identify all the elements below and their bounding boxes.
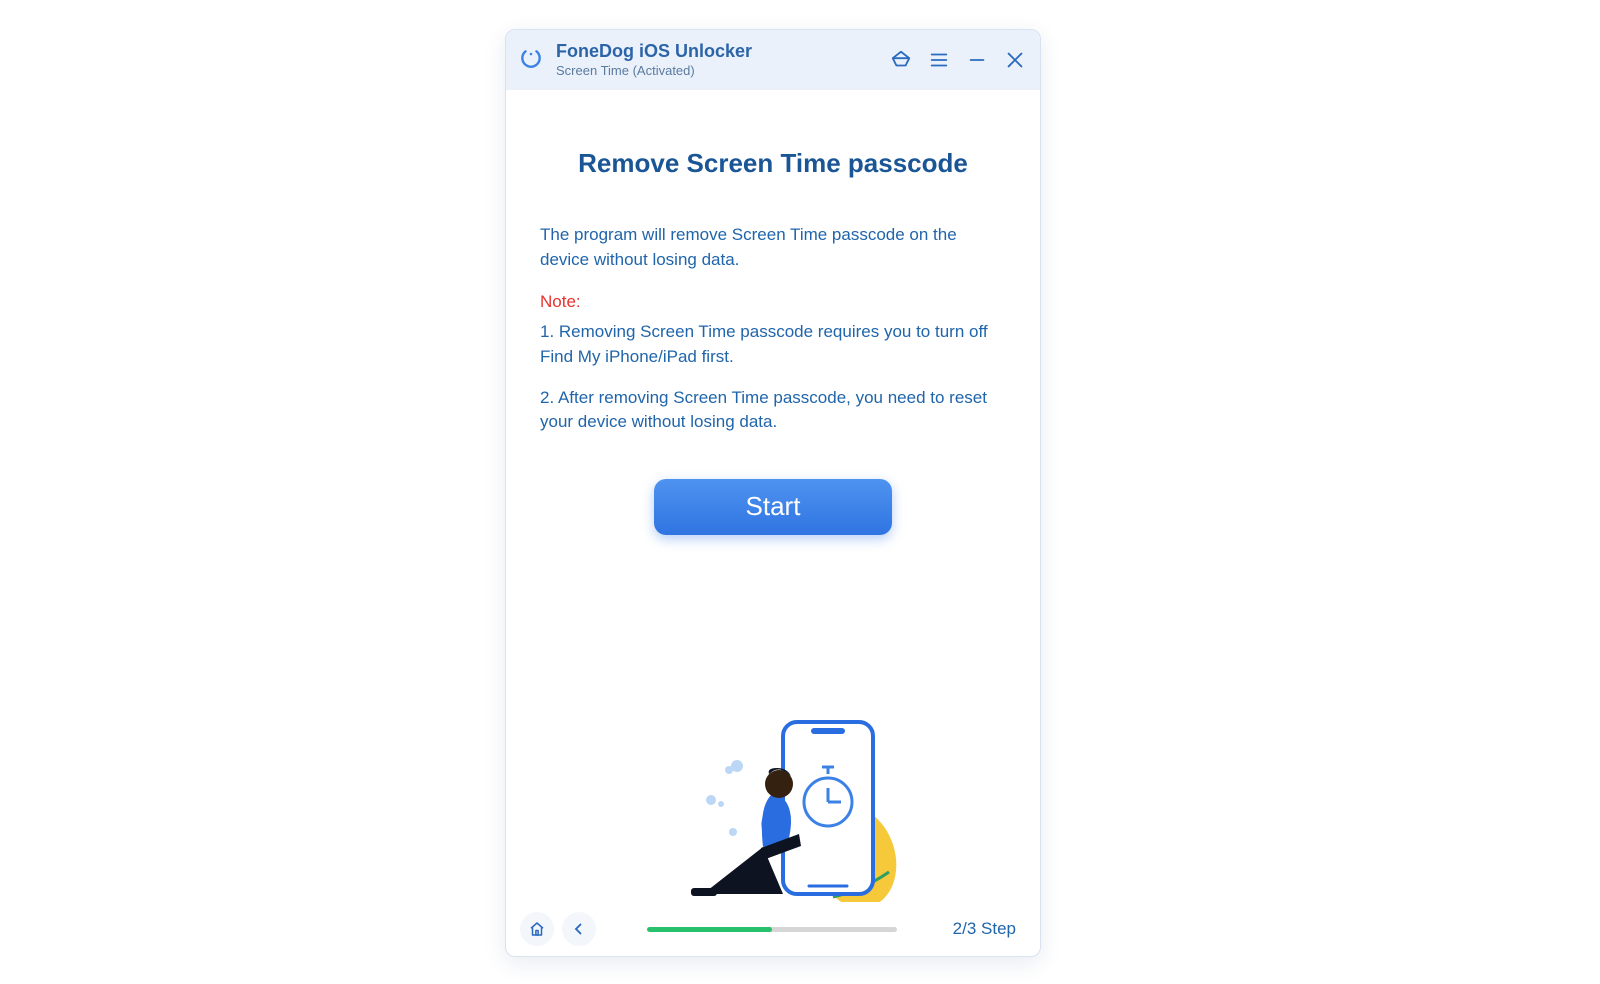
- footer: 2/3 Step: [506, 902, 1040, 956]
- app-subtitle: Screen Time (Activated): [556, 64, 752, 79]
- menu-icon[interactable]: [928, 49, 950, 71]
- minimize-icon[interactable]: [966, 49, 988, 71]
- progress-fill: [647, 927, 772, 932]
- titlebar-actions: [890, 49, 1026, 71]
- home-button[interactable]: [520, 912, 554, 946]
- titlebar: FoneDog iOS Unlocker Screen Time (Activa…: [506, 30, 1040, 90]
- progress-bar: [604, 927, 941, 932]
- back-button[interactable]: [562, 912, 596, 946]
- close-icon[interactable]: [1004, 49, 1026, 71]
- step-label: 2/3 Step: [953, 919, 1016, 939]
- note-2: 2. After removing Screen Time passcode, …: [540, 386, 1006, 435]
- illustration: [506, 662, 1040, 902]
- note-1: 1. Removing Screen Time passcode require…: [540, 320, 1006, 369]
- page-heading: Remove Screen Time passcode: [540, 148, 1006, 179]
- app-logo-icon: [516, 45, 546, 75]
- main-content: Remove Screen Time passcode The program …: [506, 90, 1040, 902]
- note-label: Note:: [540, 292, 1006, 312]
- upgrade-icon[interactable]: [890, 49, 912, 71]
- app-window: FoneDog iOS Unlocker Screen Time (Activa…: [505, 29, 1041, 957]
- app-title: FoneDog iOS Unlocker: [556, 41, 752, 62]
- intro-text: The program will remove Screen Time pass…: [540, 223, 1006, 272]
- start-button[interactable]: Start: [654, 479, 892, 535]
